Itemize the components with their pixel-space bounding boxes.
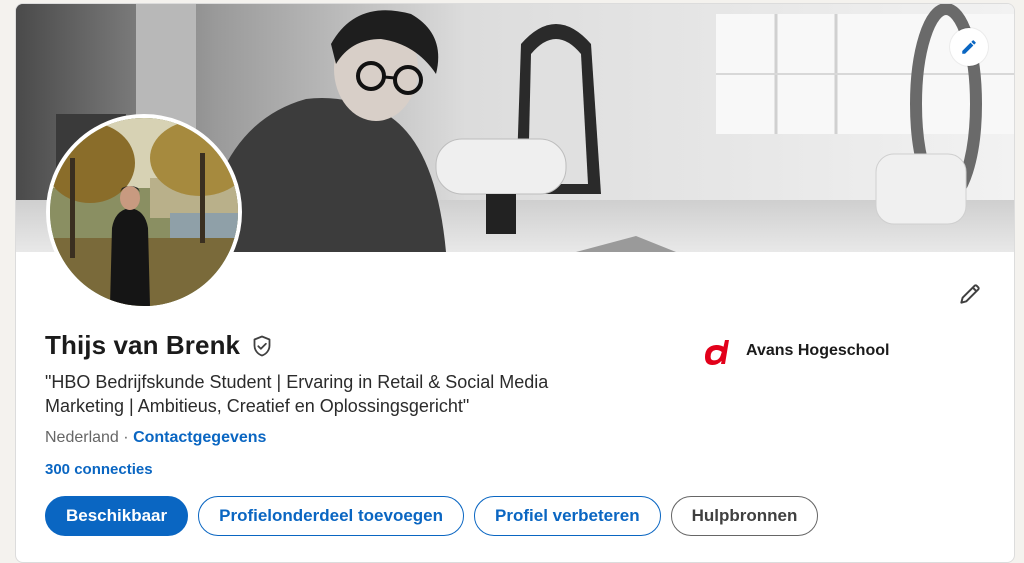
profile-headline: "HBO Bedrijfskunde Student | Ervaring in… — [45, 372, 549, 416]
separator: · — [123, 429, 129, 446]
profile-name: Thijs van Brenk — [45, 330, 241, 360]
education-entry[interactable]: Avans Hogeschool — [702, 334, 889, 368]
avans-logo-icon — [702, 334, 732, 368]
available-button[interactable]: Beschikbaar — [45, 496, 189, 536]
connections-link[interactable]: 300 connecties — [45, 461, 153, 478]
improve-profile-button[interactable]: Profiel verbeteren — [474, 496, 661, 536]
school-name: Avans Hogeschool — [746, 342, 890, 359]
pencil-icon — [960, 284, 980, 304]
edit-intro-button[interactable] — [952, 276, 988, 312]
avatar-photo — [50, 118, 238, 306]
contact-info-link[interactable]: Contactgegevens — [133, 429, 266, 446]
add-profile-section-button[interactable]: Profielonderdeel toevoegen — [198, 496, 465, 536]
shield-check-icon[interactable] — [250, 334, 274, 358]
profile-actions: Beschikbaar Profielonderdeel toevoegen P… — [45, 496, 819, 536]
location-text: Nederland — [45, 429, 119, 446]
location-row: Nederland · Contactgegevens — [45, 429, 266, 447]
pencil-icon — [962, 40, 976, 54]
resources-button[interactable]: Hulpbronnen — [670, 496, 819, 536]
profile-card: Thijs van Brenk "HBO Bedrijfskunde Stude… — [15, 3, 1015, 563]
name-row: Thijs van Brenk — [45, 330, 274, 361]
profile-photo[interactable] — [46, 114, 242, 310]
edit-banner-button[interactable] — [950, 28, 988, 66]
